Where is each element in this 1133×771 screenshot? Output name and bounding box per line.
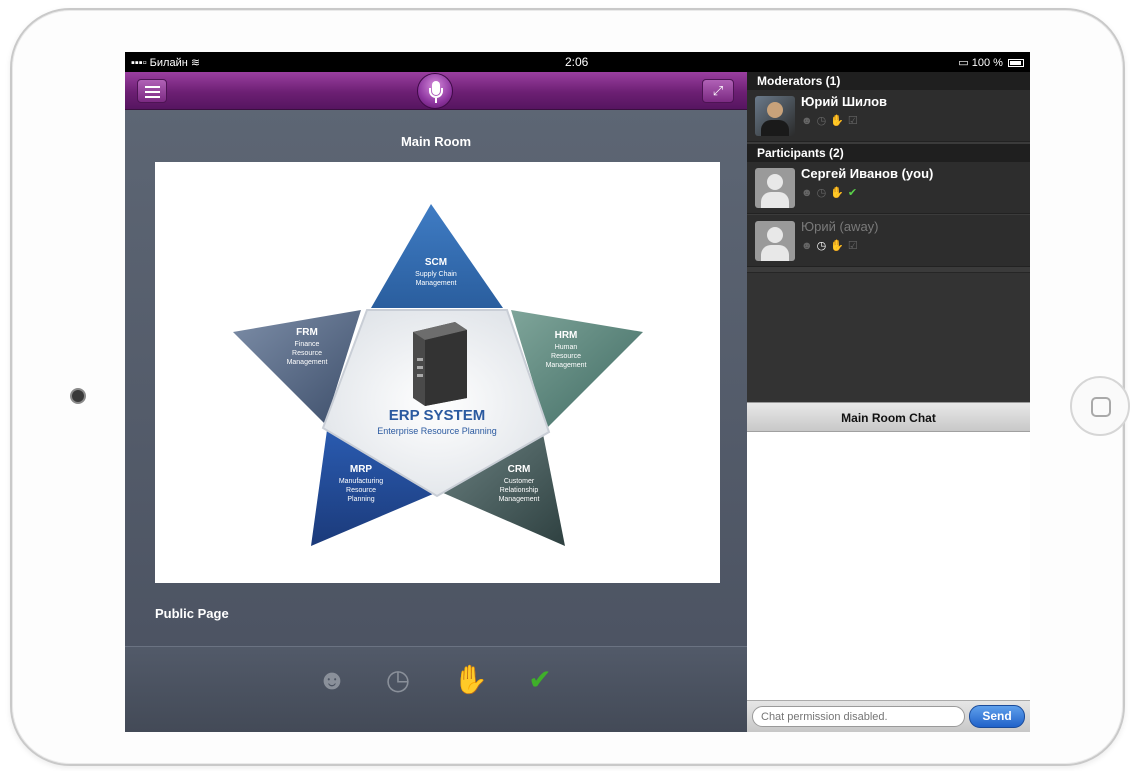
checkmark-icon: ✔ <box>847 187 862 199</box>
moderator-row[interactable]: Юрий Шилов ☻◷✋☑ <box>747 90 1030 142</box>
home-button[interactable] <box>1070 376 1130 436</box>
user-status-icons: ☻◷✋☑ <box>801 114 862 127</box>
erp-subtitle: Enterprise Resource Planning <box>377 426 497 436</box>
user-name: Юрий Шилов <box>801 94 888 109</box>
screen: ▪▪▪▫ Билайн ≋ 2:06 ▭ 100 % ⤢ Main Room E… <box>125 52 1030 732</box>
svg-text:Human: Human <box>555 344 578 351</box>
user-name: Юрий (away) <box>801 219 879 234</box>
participants-panel: Moderators (1) Юрий Шилов ☻◷✋☑ Participa… <box>747 72 1030 732</box>
erp-diagram: ERP SYSTEM Enterprise Resource Planning … <box>233 204 643 546</box>
raise-hand-icon: ✋ <box>830 240 848 252</box>
svg-text:Manufacturing: Manufacturing <box>339 478 383 485</box>
moderators-header: Moderators (1) <box>747 72 1030 90</box>
svg-text:Relationship: Relationship <box>500 487 539 494</box>
expand-icon: ⤢ <box>712 83 724 98</box>
svg-text:Resource: Resource <box>292 350 322 357</box>
chat-title: Main Room Chat <box>747 402 1030 432</box>
raise-hand-icon: ✋ <box>830 115 848 127</box>
participants-header: Participants (2) <box>747 144 1030 162</box>
participants-empty-area <box>747 272 1030 402</box>
chat-input[interactable] <box>752 706 965 727</box>
participant-row[interactable]: Сергей Иванов (you) ☻◷✋✔ <box>747 162 1030 214</box>
svg-text:Resource: Resource <box>346 487 376 494</box>
presentation-panel: ⤢ Main Room ERP SYSTEM Enterprise Resour… <box>125 72 747 732</box>
checkbox-icon: ☑ <box>847 115 862 127</box>
svg-text:Management: Management <box>499 496 540 503</box>
clock-icon: ◷ <box>816 240 831 252</box>
microphone-button[interactable] <box>417 73 453 109</box>
smile-icon: ☻ <box>801 115 817 127</box>
scm-abbr: SCM <box>425 257 447 268</box>
hrm-abbr: HRM <box>555 330 578 341</box>
avatar <box>755 221 795 261</box>
user-status-icons: ☻◷✋☑ <box>801 239 862 252</box>
svg-text:Management: Management <box>416 280 457 287</box>
wifi-icon: ≋ <box>190 57 201 69</box>
airplay-icon: ▭ <box>958 57 969 69</box>
frm-abbr: FRM <box>296 327 318 338</box>
toolbar: ⤢ <box>125 72 747 110</box>
svg-text:Customer: Customer <box>504 478 535 485</box>
chat-input-bar: Send <box>747 700 1030 732</box>
clock-icon: ◷ <box>816 187 831 199</box>
smile-icon: ☻ <box>801 187 817 199</box>
svg-text:Management: Management <box>287 359 328 366</box>
front-camera <box>72 390 84 402</box>
participant-row[interactable]: Юрий (away) ☻◷✋☑ <box>747 215 1030 267</box>
erp-title: ERP SYSTEM <box>389 407 485 424</box>
presentation-slide: ERP SYSTEM Enterprise Resource Planning … <box>155 162 720 583</box>
crm-abbr: CRM <box>508 464 531 475</box>
svg-text:Resource: Resource <box>551 353 581 360</box>
battery-icon <box>1008 59 1024 68</box>
mrp-abbr: MRP <box>350 464 373 475</box>
raise-hand-icon[interactable]: ✋ <box>453 663 488 697</box>
svg-text:Supply Chain: Supply Chain <box>415 271 457 278</box>
smile-icon[interactable]: ☻ <box>315 663 349 697</box>
scm-point <box>371 204 503 308</box>
server-icon <box>413 322 467 406</box>
smile-icon: ☻ <box>801 240 817 252</box>
chat-messages <box>747 432 1030 712</box>
menu-button[interactable] <box>137 79 167 103</box>
checkmark-icon[interactable]: ✔ <box>523 663 557 697</box>
svg-text:Planning: Planning <box>347 496 374 503</box>
svg-text:Finance: Finance <box>295 341 320 348</box>
checkbox-icon: ☑ <box>847 240 862 252</box>
page-visibility-label: Public Page <box>155 606 229 621</box>
avatar <box>755 96 795 136</box>
battery-indicator: ▭ 100 % <box>958 56 1024 69</box>
svg-text:Management: Management <box>546 362 587 369</box>
send-button[interactable]: Send <box>969 705 1025 728</box>
carrier-label: ▪▪▪▫ Билайн ≋ <box>131 57 201 69</box>
status-toolbar: ☻ ◷ ✋ ✔ <box>125 646 747 732</box>
clock: 2:06 <box>565 55 589 69</box>
user-name: Сергей Иванов (you) <box>801 166 934 181</box>
room-title: Main Room <box>400 134 472 149</box>
raise-hand-icon: ✋ <box>830 187 848 199</box>
signal-icon: ▪▪▪▫ <box>131 57 147 69</box>
status-bar: ▪▪▪▫ Билайн ≋ 2:06 ▭ 100 % <box>125 52 1030 72</box>
clock-icon: ◷ <box>816 115 831 127</box>
user-status-icons: ☻◷✋✔ <box>801 186 861 199</box>
fullscreen-button[interactable]: ⤢ <box>702 79 734 103</box>
clock-icon[interactable]: ◷ <box>381 663 415 697</box>
avatar <box>755 168 795 208</box>
